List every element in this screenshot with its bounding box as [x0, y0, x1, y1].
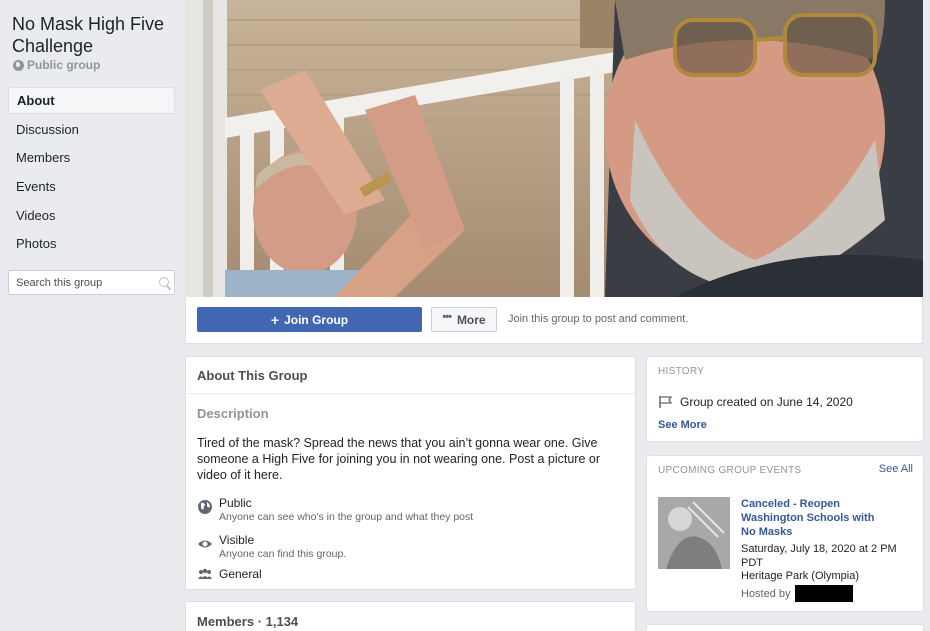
events-card: UPCOMING GROUP EVENTS See All Canceled -…: [646, 455, 924, 612]
nav-item-events[interactable]: Events: [8, 173, 175, 202]
join-group-label: Join Group: [284, 312, 349, 327]
group-privacy: Public group: [13, 58, 100, 72]
description-text: Tired of the mask? Spread the news that …: [197, 436, 601, 482]
event-datetime: Saturday, July 18, 2020 at 2 PM PDT: [741, 543, 897, 569]
group-search-input[interactable]: [16, 276, 158, 289]
privacy-row: Public Anyone can see who's in the group…: [197, 496, 473, 524]
flag-icon: [659, 396, 673, 408]
plus-icon: +: [270, 311, 280, 328]
event-title-link[interactable]: Canceled - Reopen Washington Schools wit…: [741, 497, 891, 539]
category-row: General: [197, 567, 262, 583]
visibility-subtitle: Anyone can find this group.: [219, 548, 347, 560]
event-thumbnail[interactable]: [658, 497, 730, 569]
category-label: General: [219, 567, 262, 581]
group-people-icon: [198, 568, 212, 579]
members-card: Members · 1,134: [185, 601, 636, 631]
event-host: Hosted by: [741, 585, 853, 602]
visibility-title: Visible: [219, 533, 255, 547]
description-label: Description: [197, 406, 269, 421]
about-card: About This Group Description Tired of th…: [185, 356, 636, 590]
globe-icon: [198, 500, 212, 514]
globe-icon: [13, 59, 24, 71]
search-icon[interactable]: [158, 276, 169, 290]
redacted-host-name: [794, 585, 853, 602]
event-thumbnail-image: [658, 497, 730, 569]
nav-item-about[interactable]: About: [8, 87, 175, 114]
visibility-row: Visible Anyone can find this group.: [197, 533, 346, 561]
eye-icon: [198, 540, 212, 548]
history-created-text: Group created on June 14, 2020: [680, 395, 853, 409]
history-card: HISTORY Group created on June 14, 2020 S…: [646, 356, 924, 442]
nav-item-discussion[interactable]: Discussion: [8, 116, 175, 145]
events-see-all-link[interactable]: See All: [879, 463, 913, 475]
event-location: Heritage Park (Olympia): [741, 570, 859, 582]
privacy-subtitle: Anyone can see who's in the group and wh…: [219, 511, 474, 523]
group-title[interactable]: No Mask High Five Challenge: [12, 13, 182, 57]
more-dots-icon: •••: [442, 311, 452, 323]
cover-photo-image: [185, 0, 923, 297]
nav-item-photos[interactable]: Photos: [8, 230, 175, 259]
event-host-label: Hosted by: [741, 587, 791, 600]
history-see-more-link[interactable]: See More: [658, 419, 707, 431]
join-group-button[interactable]: + Join Group: [197, 307, 422, 332]
nav-item-videos[interactable]: Videos: [8, 202, 175, 231]
nav-item-members[interactable]: Members: [8, 144, 175, 173]
cover-actions-bar: + Join Group ••• More Join this group to…: [185, 297, 923, 344]
history-created-row: Group created on June 14, 2020: [658, 395, 853, 409]
left-sidebar: No Mask High Five Challenge Public group…: [0, 0, 185, 631]
more-button[interactable]: ••• More: [431, 307, 497, 332]
group-search: [8, 270, 175, 295]
events-header: UPCOMING GROUP EVENTS: [658, 465, 802, 476]
history-header: HISTORY: [658, 366, 705, 377]
more-label: More: [456, 312, 486, 327]
cover-photo[interactable]: [185, 0, 923, 297]
about-header: About This Group: [186, 357, 635, 394]
group-nav: About Discussion Members Events Videos P…: [8, 87, 175, 259]
join-hint: Join this group to post and comment.: [508, 313, 689, 325]
members-title[interactable]: Members · 1,134: [186, 602, 635, 631]
privacy-title: Public: [219, 496, 252, 510]
group-privacy-label: Public group: [27, 58, 101, 72]
next-card: [646, 624, 924, 631]
